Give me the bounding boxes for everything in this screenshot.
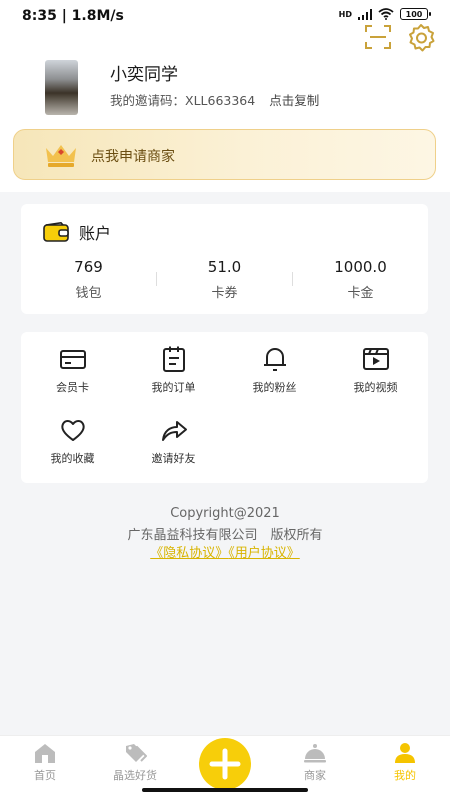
plus-icon [209,748,241,780]
apply-merchant-banner[interactable]: 点我申请商家 [13,129,436,180]
stat-value: 51.0 [207,258,242,276]
stat-value: 769 [74,258,103,276]
tab-label: 我的 [394,769,416,782]
menu-item-invite-friends[interactable]: 邀请好友 [123,416,224,466]
policy-links: 《隐私协议》《用户协议》 [0,542,450,561]
profile-header: 8:35 | 1.8M/s HD 100 小奕同学 我的邀请码：XLL66336… [0,0,450,192]
heart-icon [60,420,85,441]
tab-label: 商家 [304,769,326,782]
username: 小奕同学 [110,65,178,85]
person-icon [395,743,415,763]
share-icon [161,421,187,441]
wallet-icon [43,222,69,242]
invite-code: 我的邀请码：XLL663364 [110,93,256,108]
menu-label: 会员卡 [56,381,89,394]
signal-icon [358,8,372,20]
stat-coupons[interactable]: 51.0 卡券 [157,258,292,301]
menu-card: 会员卡 我的订单 我的粉丝 我的视频 我的收藏 邀请好友 [21,332,428,483]
privacy-policy-link[interactable]: 《隐私协议》 [150,546,228,561]
tab-label: 晶选好货 [113,769,157,782]
stat-wallet[interactable]: 769 钱包 [21,258,156,301]
bell-icon [263,348,286,371]
crown-icon [46,145,76,167]
company-text: 广东晶益科技有限公司 版权所有 [127,528,323,543]
battery-level: 100 [405,9,423,19]
avatar[interactable] [45,60,78,115]
account-title: 账户 [79,224,112,243]
clipboard-icon [162,346,185,372]
status-icons: HD 100 [338,8,431,20]
scan-icon[interactable] [364,24,392,50]
account-card: 账户 769 钱包 51.0 卡券 1000.0 卡金 [21,204,428,314]
account-header: 账户 [43,220,111,244]
wifi-icon [378,8,394,20]
menu-item-membership-card[interactable]: 会员卡 [22,345,123,395]
menu-label: 邀请好友 [151,452,196,465]
copy-invite-button[interactable]: 点击复制 [269,90,319,109]
stat-label: 卡金 [347,286,374,301]
tab-mine[interactable]: 我的 [360,742,450,783]
video-icon [362,348,389,370]
stat-card-gold[interactable]: 1000.0 卡金 [293,258,428,301]
network-label: HD [338,9,352,19]
tags-icon [126,744,147,762]
stat-value: 1000.0 [334,258,387,276]
gear-icon[interactable] [405,22,437,54]
card-icon [59,350,86,369]
menu-item-fans[interactable]: 我的粉丝 [224,345,325,395]
stat-label: 钱包 [75,286,102,301]
cloche-icon [304,744,326,763]
tab-label: 首页 [34,769,56,782]
status-time: 8:35 | 1.8M/s [22,8,124,24]
menu-item-videos[interactable]: 我的视频 [325,345,426,395]
tab-merchant[interactable]: 商家 [270,742,360,783]
home-icon [35,744,55,763]
menu-label: 我的收藏 [50,452,95,465]
home-indicator [142,788,308,792]
tab-home[interactable]: 首页 [0,742,90,783]
menu-label: 我的粉丝 [252,381,297,394]
user-agreement-link[interactable]: 《用户协议》 [228,546,300,561]
publish-plus-button[interactable] [199,738,251,790]
tab-selected-goods[interactable]: 晶选好货 [90,742,180,783]
invite-row: 我的邀请码：XLL663364 点击复制 [110,90,319,109]
apply-merchant-label: 点我申请商家 [91,149,175,165]
menu-item-orders[interactable]: 我的订单 [123,345,224,395]
battery-icon: 100 [400,8,431,20]
menu-label: 我的视频 [353,381,398,394]
stat-label: 卡券 [211,286,238,301]
menu-item-favorites[interactable]: 我的收藏 [22,416,123,466]
menu-label: 我的订单 [151,381,196,394]
copyright-text: Copyright@2021 [170,506,280,521]
